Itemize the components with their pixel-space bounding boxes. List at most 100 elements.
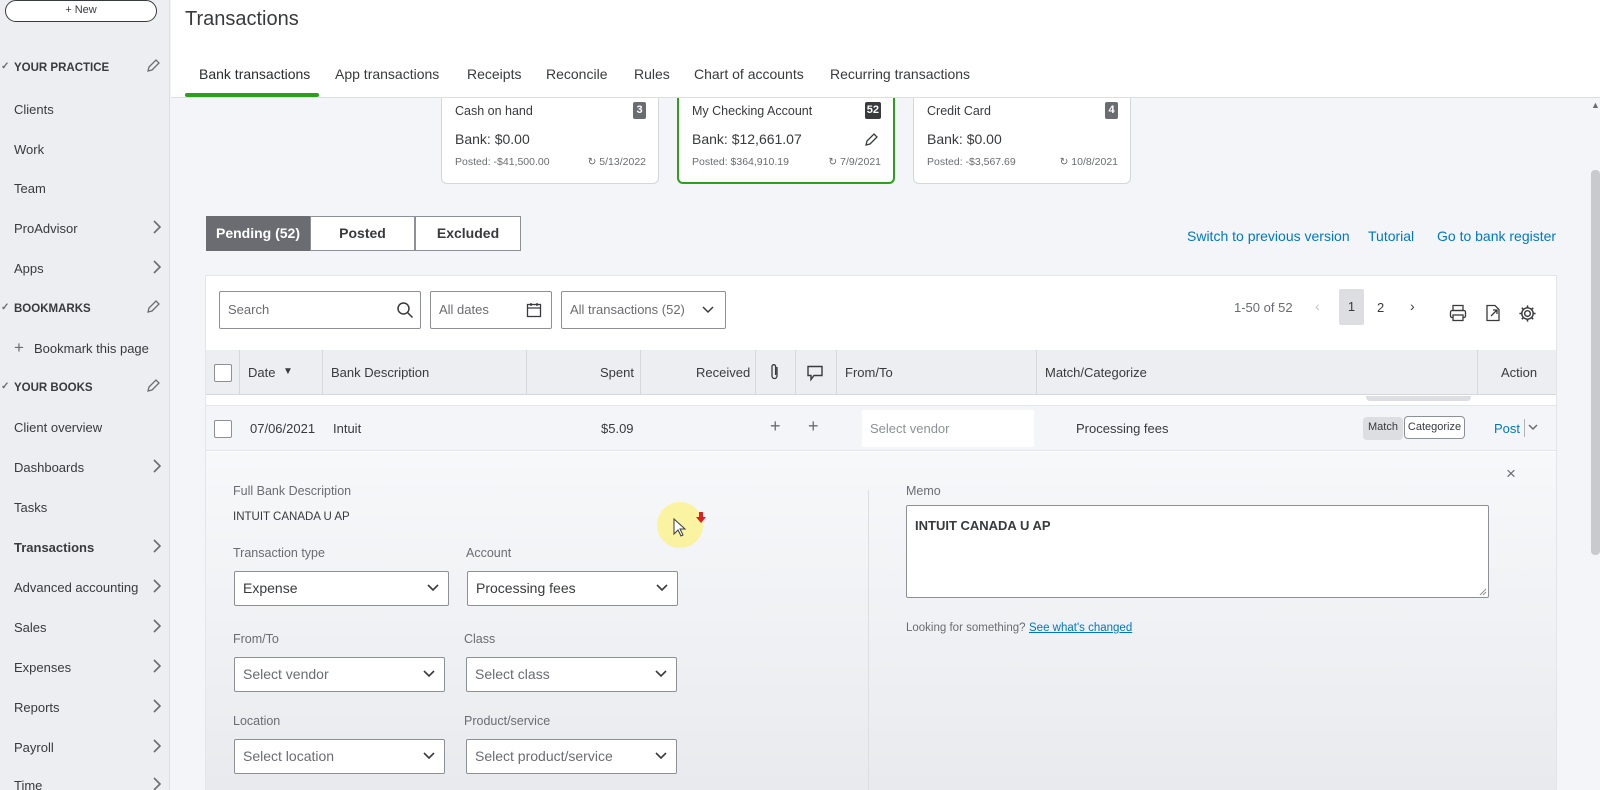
sidebar-item-advanced-accounting[interactable]: Advanced accounting [0, 574, 170, 602]
excluded-filter-button[interactable]: Excluded [415, 216, 521, 251]
chevron-down-icon[interactable] [1527, 423, 1539, 433]
transaction-filter-label: All transactions (52) [570, 302, 685, 317]
tutorial-link[interactable]: Tutorial [1368, 228, 1414, 244]
page-scrollbar[interactable] [1591, 170, 1600, 555]
print-icon[interactable] [1449, 304, 1467, 322]
row-date: 07/06/2021 [250, 421, 316, 436]
resize-handle-icon[interactable] [1479, 588, 1487, 596]
sidebar-item-expenses[interactable]: Expenses [0, 654, 170, 682]
sort-desc-icon[interactable]: ▼ [283, 366, 293, 377]
tab-recurring-transactions[interactable]: Recurring transactions [830, 66, 970, 82]
categorize-button[interactable]: Categorize [1404, 416, 1465, 439]
pencil-icon[interactable] [145, 58, 161, 74]
search-placeholder: Search [228, 302, 270, 317]
match-button[interactable]: Match [1363, 417, 1403, 440]
tab-rules[interactable]: Rules [634, 66, 670, 82]
page-1-button[interactable]: 1 [1339, 289, 1364, 325]
row-action-sliver [1366, 396, 1471, 401]
transaction-type-filter[interactable]: All transactions (52) [561, 291, 726, 329]
chevron-right-icon [153, 777, 162, 790]
sidebar-item-label: Dashboards [14, 460, 85, 475]
column-action: Action [1501, 365, 1538, 380]
plus-icon: + [14, 338, 24, 357]
transaction-type-select[interactable]: Expense [234, 571, 449, 606]
chevron-right-icon [153, 260, 162, 274]
count-badge: 4 [1105, 102, 1118, 119]
sync-date: 10/8/2021 [1071, 156, 1118, 168]
sidebar-item-proadvisor[interactable]: ProAdvisor [0, 215, 170, 243]
close-icon[interactable]: × [1506, 464, 1516, 484]
tab-reconcile[interactable]: Reconcile [546, 66, 607, 82]
tab-chart-of-accounts[interactable]: Chart of accounts [694, 66, 804, 82]
sidebar-item-dashboards[interactable]: Dashboards [0, 454, 170, 482]
column-divider [322, 350, 323, 395]
location-select[interactable]: Select location [234, 739, 445, 774]
sidebar-item-sales[interactable]: Sales [0, 614, 170, 642]
sidebar-item-reports[interactable]: Reports [0, 694, 170, 722]
row-checkbox[interactable] [214, 420, 232, 438]
export-icon[interactable] [1484, 304, 1502, 322]
section-your-books[interactable]: ✓ YOUR BOOKS [0, 378, 170, 402]
memo-textarea[interactable]: INTUIT CANADA U AP [906, 505, 1489, 598]
vendor-placeholder: Select vendor [870, 421, 950, 436]
active-tab-indicator [185, 93, 319, 97]
date-filter[interactable]: All dates [430, 291, 552, 329]
count-badge: 3 [633, 102, 646, 119]
vendor-select[interactable]: Select vendor [862, 410, 1034, 447]
section-your-practice[interactable]: ✓ YOUR PRACTICE [0, 58, 170, 82]
sidebar-item-apps[interactable]: Apps [0, 255, 170, 283]
column-bank-description[interactable]: Bank Description [331, 365, 429, 380]
page-2-button[interactable]: 2 [1377, 300, 1384, 315]
account-card-cash-on-hand[interactable]: Cash on hand 3 Bank: $0.00 Posted: -$41,… [441, 98, 659, 184]
bookmark-this-page[interactable]: + Bookmark this page [0, 335, 170, 363]
sidebar-item-client-overview[interactable]: Client overview [0, 414, 170, 442]
add-comment-icon[interactable]: + [808, 416, 819, 437]
select-all-checkbox[interactable] [214, 364, 232, 382]
search-input[interactable]: Search [219, 291, 421, 329]
sidebar-item-work[interactable]: Work [0, 136, 170, 164]
sidebar-item-payroll[interactable]: Payroll [0, 734, 170, 762]
sidebar-item-clients[interactable]: Clients [0, 96, 170, 124]
add-attachment-icon[interactable]: + [770, 416, 781, 437]
sidebar-item-transactions[interactable]: Transactions [0, 534, 170, 562]
account-card-credit-card[interactable]: Credit Card 4 Bank: $0.00 Posted: -$3,56… [913, 98, 1131, 184]
sidebar-item-tasks[interactable]: Tasks [0, 494, 170, 522]
sidebar-item-label: Reports [14, 700, 60, 715]
pencil-icon[interactable] [145, 378, 161, 394]
switch-version-link[interactable]: Switch to previous version [1187, 228, 1350, 244]
account-select[interactable]: Processing fees [467, 571, 678, 606]
sidebar-item-team[interactable]: Team [0, 175, 170, 203]
column-received[interactable]: Received [696, 365, 750, 380]
next-page-icon[interactable]: › [1410, 298, 1415, 314]
tab-bank-transactions[interactable]: Bank transactions [199, 66, 310, 82]
tab-app-transactions[interactable]: App transactions [335, 66, 439, 82]
sidebar-item-time[interactable]: Time [0, 772, 170, 790]
column-date[interactable]: Date [248, 365, 275, 380]
see-whats-changed-link[interactable]: See what's changed [1029, 622, 1132, 634]
account-card-my-checking[interactable]: My Checking Account 52 Bank: $12,661.07 … [677, 98, 895, 184]
scroll-up-arrow[interactable]: ▲ [1591, 100, 1600, 110]
pending-filter-button[interactable]: Pending (52) [206, 216, 310, 251]
gear-icon[interactable] [1518, 304, 1537, 323]
column-divider [795, 350, 796, 395]
bank-register-link[interactable]: Go to bank register [1437, 228, 1556, 244]
column-spent[interactable]: Spent [600, 365, 634, 380]
product-service-label: Product/service [464, 714, 551, 728]
post-button[interactable]: Post [1494, 421, 1520, 436]
section-bookmarks[interactable]: ✓ BOOKMARKS [0, 299, 170, 323]
posted-filter-button[interactable]: Posted [310, 216, 415, 251]
product-service-select[interactable]: Select product/service [466, 739, 677, 774]
row-category: Processing fees [1076, 421, 1169, 436]
new-button[interactable]: + New [5, 0, 157, 22]
vendor-detail-select[interactable]: Select vendor [234, 657, 445, 692]
column-divider [1477, 350, 1478, 395]
check-icon: ✓ [1, 302, 10, 313]
sidebar-item-label: Sales [14, 620, 47, 635]
column-from-to[interactable]: From/To [845, 365, 893, 380]
prev-page-icon[interactable]: ‹ [1315, 298, 1320, 314]
class-select[interactable]: Select class [466, 657, 677, 692]
pencil-icon[interactable] [145, 299, 161, 315]
pencil-icon[interactable] [863, 132, 879, 148]
tab-receipts[interactable]: Receipts [467, 66, 521, 82]
check-icon: ✓ [1, 381, 10, 392]
